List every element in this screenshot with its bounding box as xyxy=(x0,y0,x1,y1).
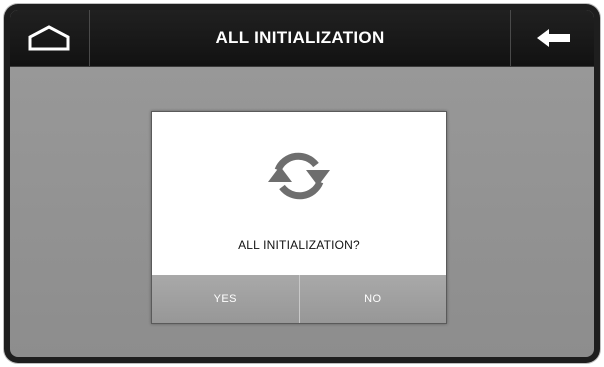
yes-button[interactable]: YES xyxy=(152,275,299,323)
back-arrow-icon xyxy=(537,29,570,47)
no-button[interactable]: NO xyxy=(298,275,446,323)
screen: ALL INITIALIZATION ALL INITIALIZATION? Y… xyxy=(10,10,594,357)
home-icon xyxy=(28,25,70,51)
home-button[interactable] xyxy=(10,10,90,66)
confirm-dialog: ALL INITIALIZATION? YES NO xyxy=(151,111,447,324)
back-button[interactable] xyxy=(510,10,594,66)
page-title: ALL INITIALIZATION xyxy=(215,28,385,47)
dialog-button-row: YES NO xyxy=(152,275,446,323)
header-bar: ALL INITIALIZATION xyxy=(10,10,594,67)
refresh-icon xyxy=(268,152,330,200)
device-bezel: ALL INITIALIZATION ALL INITIALIZATION? Y… xyxy=(4,4,600,363)
dialog-message: ALL INITIALIZATION? xyxy=(238,238,360,252)
